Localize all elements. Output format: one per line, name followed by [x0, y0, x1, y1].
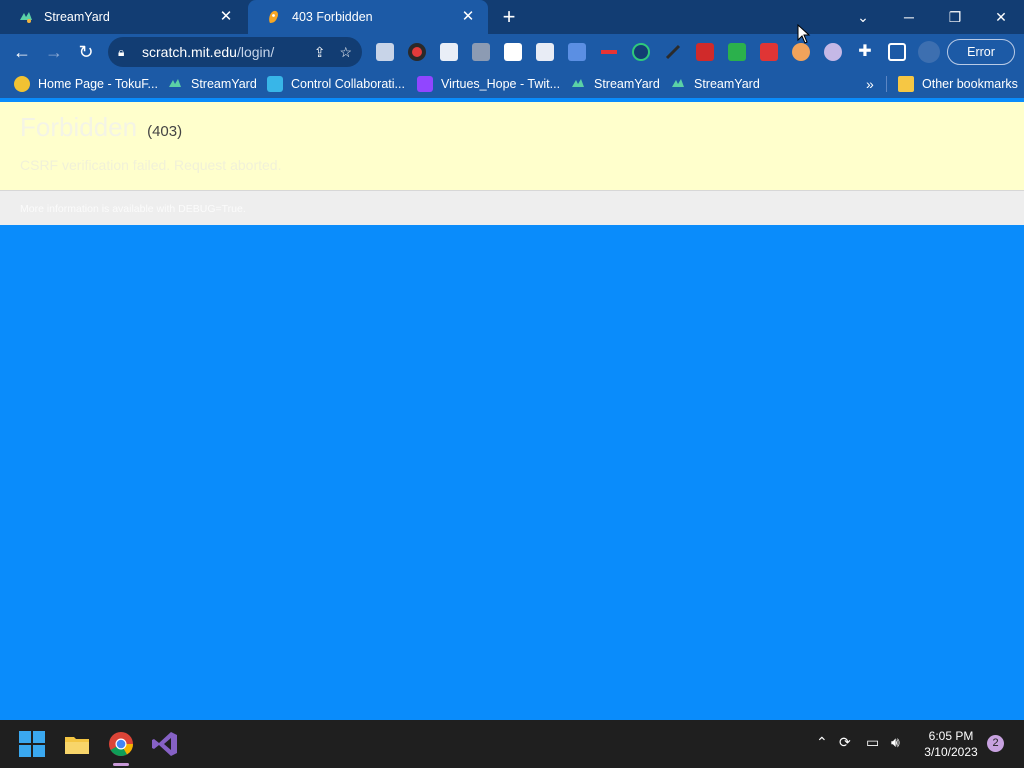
- side-panel-icon[interactable]: [888, 43, 906, 61]
- tab-streamyard[interactable]: StreamYard ✕: [0, 0, 246, 34]
- error-heading: Forbidden: [20, 112, 138, 142]
- bookmark-label: Control Collaborati...: [291, 77, 405, 91]
- bookmarks-divider: [886, 76, 887, 92]
- active-app-indicator: [113, 763, 129, 766]
- extension-icon[interactable]: [376, 43, 394, 61]
- page-content: Forbidden (403) CSRF verification failed…: [0, 102, 1024, 720]
- streamyard-icon: [570, 76, 586, 92]
- tab-403-forbidden[interactable]: 403 Forbidden ✕: [248, 0, 488, 34]
- lock-icon[interactable]: 🔒︎: [118, 45, 132, 60]
- back-arrow-icon[interactable]: ←: [10, 40, 34, 64]
- address-bar[interactable]: 🔒︎ scratch.mit.edu/login/ ⇪ ☆: [108, 37, 362, 67]
- close-tab-icon[interactable]: ✕: [218, 9, 234, 25]
- windows-start-icon[interactable]: [19, 731, 47, 759]
- double-chevron-icon[interactable]: »: [866, 74, 874, 94]
- volume-icon[interactable]: 🔊︎: [891, 734, 900, 751]
- star-icon[interactable]: ☆: [339, 44, 352, 61]
- forward-arrow-icon[interactable]: →: [42, 40, 66, 64]
- other-bookmarks[interactable]: Other bookmarks: [898, 74, 1018, 94]
- extension-icon[interactable]: [728, 43, 746, 61]
- bookmarks-bar: Home Page - TokuF... StreamYard Control …: [0, 70, 1024, 98]
- bookmark-item[interactable]: StreamYard: [670, 74, 760, 94]
- extension-icon[interactable]: [632, 43, 650, 61]
- tab-title: 403 Forbidden: [292, 10, 373, 24]
- bookmark-item[interactable]: Home Page - TokuF...: [14, 74, 158, 94]
- url-path: /login/: [236, 44, 275, 60]
- bookmark-label: StreamYard: [694, 77, 760, 91]
- bookmark-item[interactable]: Virtues_Hope - Twit...: [417, 74, 560, 94]
- bookmark-item[interactable]: StreamYard: [167, 74, 257, 94]
- tab-strip: StreamYard ✕ 403 Forbidden ✕ + ⌄ ─ ❐ ✕: [0, 0, 1024, 34]
- page-title: Forbidden (403): [20, 112, 1004, 143]
- taskbar: ⌃ ⟳ ▭ 🔊︎ 6:05 PM 3/10/2023 2: [0, 720, 1024, 768]
- chevron-down-icon[interactable]: ⌄: [840, 0, 886, 34]
- status-code: (403): [147, 123, 183, 140]
- clock-date: 3/10/2023: [924, 745, 978, 759]
- system-clock[interactable]: 6:05 PM 3/10/2023: [916, 728, 986, 760]
- extension-icon[interactable]: [536, 43, 554, 61]
- bookmark-item[interactable]: StreamYard: [570, 74, 660, 94]
- bookmark-label: StreamYard: [594, 77, 660, 91]
- close-tab-icon[interactable]: ✕: [460, 9, 476, 25]
- reload-icon[interactable]: ↻: [74, 40, 98, 64]
- puzzle-icon[interactable]: ✚: [856, 43, 874, 61]
- bookmark-label: StreamYard: [191, 77, 257, 91]
- notification-badge[interactable]: 2: [987, 735, 1004, 752]
- plus-icon[interactable]: +: [498, 6, 520, 28]
- streamyard-icon: [670, 76, 686, 92]
- network-icon[interactable]: ▭: [866, 734, 879, 751]
- mouse-cursor-icon: [797, 24, 811, 44]
- extension-icon[interactable]: [504, 43, 522, 61]
- streamyard-icon: [18, 9, 34, 25]
- monitor-icon: [267, 76, 283, 92]
- visual-studio-icon[interactable]: [151, 730, 179, 758]
- error-reason: CSRF verification failed. Request aborte…: [20, 157, 282, 173]
- chevron-up-icon[interactable]: ⌃: [816, 734, 828, 751]
- error-summary: Forbidden (403) CSRF verification failed…: [0, 102, 1024, 190]
- extension-icon[interactable]: [472, 43, 490, 61]
- error-button[interactable]: Error: [947, 39, 1015, 65]
- debug-info: More information is available with DEBUG…: [0, 190, 1024, 225]
- extension-icon[interactable]: [760, 43, 778, 61]
- extension-icon[interactable]: [792, 43, 810, 61]
- sync-icon[interactable]: ⟳: [839, 734, 851, 751]
- extension-icon[interactable]: [696, 43, 714, 61]
- url-host: scratch.mit.edu: [142, 44, 237, 60]
- bookmark-label: Home Page - TokuF...: [38, 77, 158, 91]
- chrome-icon[interactable]: [107, 730, 135, 758]
- tab-title: StreamYard: [44, 10, 110, 24]
- browser-toolbar: ← → ↻ 🔒︎ scratch.mit.edu/login/ ⇪ ☆ ✚ Er…: [0, 34, 1024, 70]
- folder-icon: [898, 76, 914, 92]
- scratch-cat-icon: [266, 9, 282, 25]
- clock-time: 6:05 PM: [928, 729, 974, 743]
- extension-icon[interactable]: [600, 43, 618, 61]
- bookmark-item[interactable]: Control Collaborati...: [267, 74, 405, 94]
- extension-icon[interactable]: [664, 43, 682, 61]
- other-bookmarks-label: Other bookmarks: [922, 77, 1018, 91]
- file-explorer-icon[interactable]: [63, 730, 91, 758]
- twitch-icon: [417, 76, 433, 92]
- streamyard-icon: [167, 76, 183, 92]
- share-icon[interactable]: ⇪: [314, 44, 326, 61]
- extension-icon[interactable]: [440, 43, 458, 61]
- extension-icon[interactable]: [824, 43, 842, 61]
- avatar[interactable]: [918, 41, 940, 63]
- bookmark-label: Virtues_Hope - Twit...: [441, 77, 561, 91]
- close-icon[interactable]: ✕: [978, 0, 1024, 34]
- minimize-icon[interactable]: ─: [886, 0, 932, 34]
- tokusatsu-icon: [14, 76, 30, 92]
- restore-icon[interactable]: ❐: [932, 0, 978, 34]
- extension-icon[interactable]: [568, 43, 586, 61]
- extension-icon[interactable]: [408, 43, 426, 61]
